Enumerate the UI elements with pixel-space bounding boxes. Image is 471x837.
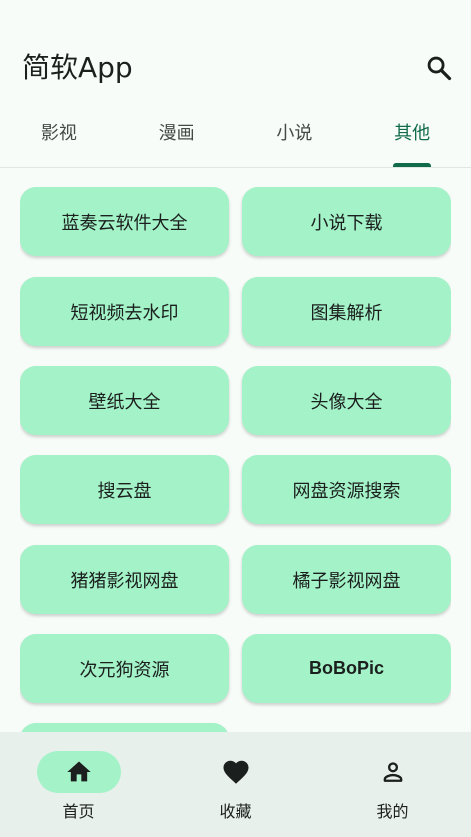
bottom-navigation: 首页 收藏 我的: [0, 732, 471, 837]
nav-label: 收藏: [219, 802, 252, 821]
nav-label: 我的: [376, 802, 409, 821]
tile-juzi-netdisk[interactable]: 橘子影视网盘: [242, 545, 451, 614]
nav-label: 首页: [62, 802, 95, 821]
heart-icon: [223, 760, 248, 784]
app-title: 简软App: [22, 51, 133, 84]
nav-home[interactable]: 首页: [0, 732, 157, 837]
tile-novel-download[interactable]: 小说下载: [242, 187, 451, 256]
tile-gallery-parser[interactable]: 图集解析: [242, 277, 451, 346]
nav-profile[interactable]: 我的: [314, 732, 471, 837]
person-icon: [383, 762, 402, 782]
tile-lanzou-software[interactable]: 蓝奏云软件大全: [20, 187, 229, 256]
tab-comics[interactable]: 漫画: [118, 110, 236, 167]
nav-favorites[interactable]: 收藏: [157, 732, 314, 837]
active-tab-indicator: [393, 163, 432, 167]
tool-grid: 蓝奏云软件大全 小说下载 短视频去水印 图集解析 壁纸大全 头像大全 搜云盘 网…: [20, 187, 451, 732]
tab-novels[interactable]: 小说: [236, 110, 354, 167]
tile-wallpapers[interactable]: 壁纸大全: [20, 366, 229, 435]
tile-ciyuangou[interactable]: 次元狗资源: [20, 634, 229, 703]
app-screen: 简软App 影视 漫画 小说 其他 蓝奏云软件大全 小说下载 短视频去水印 图集…: [0, 0, 471, 837]
tile-bobopic[interactable]: BoBoPic: [242, 634, 451, 703]
tile-avatars[interactable]: 头像大全: [242, 366, 451, 435]
tile-netdisk-search[interactable]: 网盘资源搜索: [242, 455, 451, 524]
nav-icon-holder: [351, 751, 435, 793]
nav-icon-holder: [194, 751, 278, 793]
tab-label: 小说: [276, 123, 313, 144]
tab-other[interactable]: 其他: [353, 110, 471, 167]
top-app-bar: 简软App: [0, 0, 471, 110]
category-tabs: 影视 漫画 小说 其他: [0, 110, 471, 168]
tile-watermark-remover[interactable]: 短视频去水印: [20, 277, 229, 346]
tile-zhuzhu-netdisk[interactable]: 猪猪影视网盘: [20, 545, 229, 614]
search-button[interactable]: [418, 48, 460, 88]
home-icon: [66, 761, 91, 782]
tile-partial[interactable]: [20, 723, 229, 732]
tab-label: 影视: [40, 123, 77, 144]
tab-label: 漫画: [158, 123, 195, 144]
tab-label: 其他: [394, 123, 431, 144]
nav-active-pill: [36, 751, 121, 793]
tile-cloud-search[interactable]: 搜云盘: [20, 455, 229, 524]
search-icon: [427, 56, 452, 81]
tab-movies[interactable]: 影视: [0, 110, 118, 167]
